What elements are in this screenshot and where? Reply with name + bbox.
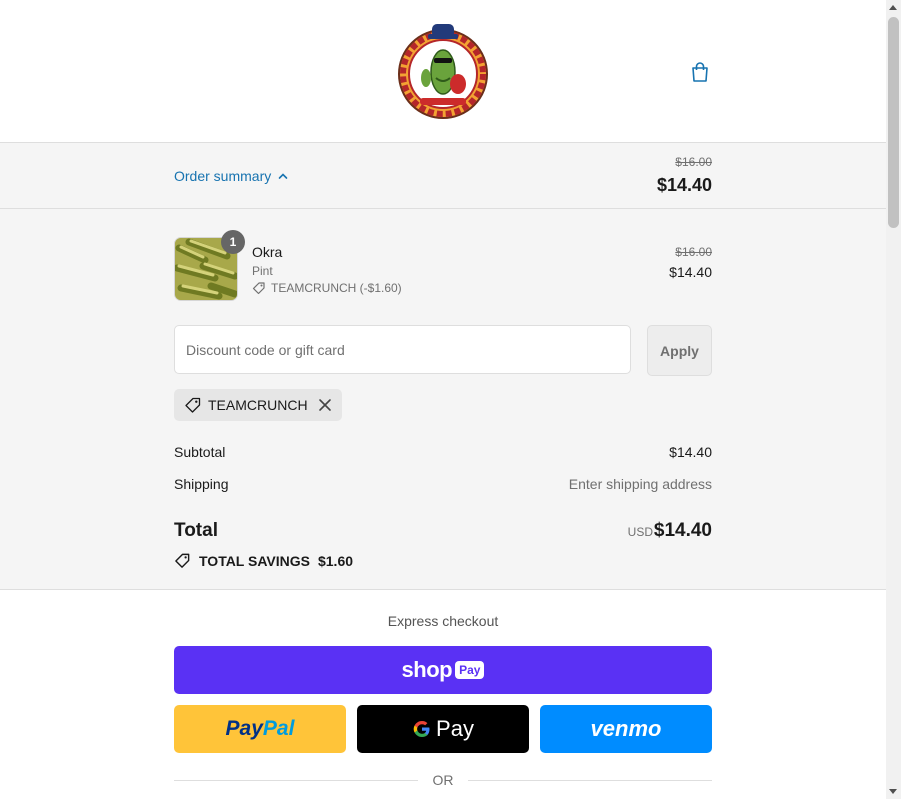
shop-pay-badge: Pay [455,661,485,679]
order-summary-bar: Order summary $16.00 $14.40 [0,143,886,209]
venmo-button[interactable]: venmo [540,705,712,753]
vertical-scrollbar[interactable] [886,0,901,799]
total-currency: USD [627,525,653,539]
apply-button[interactable]: Apply [647,325,712,376]
product-variant: Pint [252,264,273,278]
chevron-up-icon [278,173,288,179]
venmo-logo-text: venmo [590,716,662,741]
shipping-label: Shipping [174,476,229,492]
express-checkout-title: Express checkout [387,613,499,629]
close-icon [318,399,331,411]
shop-pay-logo-text: shop [401,657,453,682]
applied-discount-code: TEAMCRUNCH [208,397,308,413]
google-g-icon [413,721,430,737]
store-logo[interactable] [396,20,490,120]
product-discount-label: TEAMCRUNCH (-$1.60) [271,281,402,295]
or-label: OR [432,772,454,788]
google-pay-label: Pay [436,716,474,741]
paypal-logo-text-2: Pal [262,717,295,740]
total-savings-value: $1.60 [317,552,354,569]
product-original-price: $16.00 [675,245,712,259]
order-summary-toggle[interactable]: Order summary [174,168,289,184]
scrollbar-thumb[interactable] [888,17,899,228]
total-savings: TOTAL SAVINGS $1.60 [174,552,353,569]
shop-pay-button[interactable]: shop Pay [174,646,712,694]
scroll-up-arrow-icon[interactable] [889,5,897,10]
discount-code-input[interactable] [174,325,631,374]
tag-icon [185,397,201,413]
product-name: Okra [252,244,283,260]
tag-icon [252,282,265,295]
subtotal-value: $14.40 [669,444,712,460]
google-pay-button[interactable]: Pay [357,705,529,753]
applied-discount-chip: TEAMCRUNCH [174,389,342,421]
paypal-button[interactable]: Pay Pal [174,705,346,753]
paypal-logo-text-1: Pay [225,717,263,740]
total-savings-label: TOTAL SAVINGS [199,552,310,569]
summary-original-price: $16.00 [675,155,712,169]
order-summary-details: 1 Okra Pint TEAMCRUNCH (-$1.60) $16.00 $… [0,209,886,590]
product-discount: TEAMCRUNCH (-$1.60) [252,281,402,295]
total-value: $14.40 [653,520,712,541]
summary-price: $14.40 [656,175,712,195]
total-label: Total [174,520,218,541]
quantity-badge: 1 [221,230,245,254]
order-summary-toggle-label: Order summary [174,168,272,184]
shipping-value: Enter shipping address [568,476,712,492]
subtotal-label: Subtotal [174,444,226,460]
remove-discount-button[interactable] [318,398,332,412]
or-divider: OR [174,772,712,790]
shopping-bag-icon[interactable] [688,60,712,84]
scroll-down-arrow-icon[interactable] [889,789,897,794]
checkout-page: Order summary $16.00 $14.40 1 Okra Pint … [0,0,886,799]
product-price: $14.40 [669,264,712,280]
header [0,0,886,143]
tag-icon [175,553,190,568]
